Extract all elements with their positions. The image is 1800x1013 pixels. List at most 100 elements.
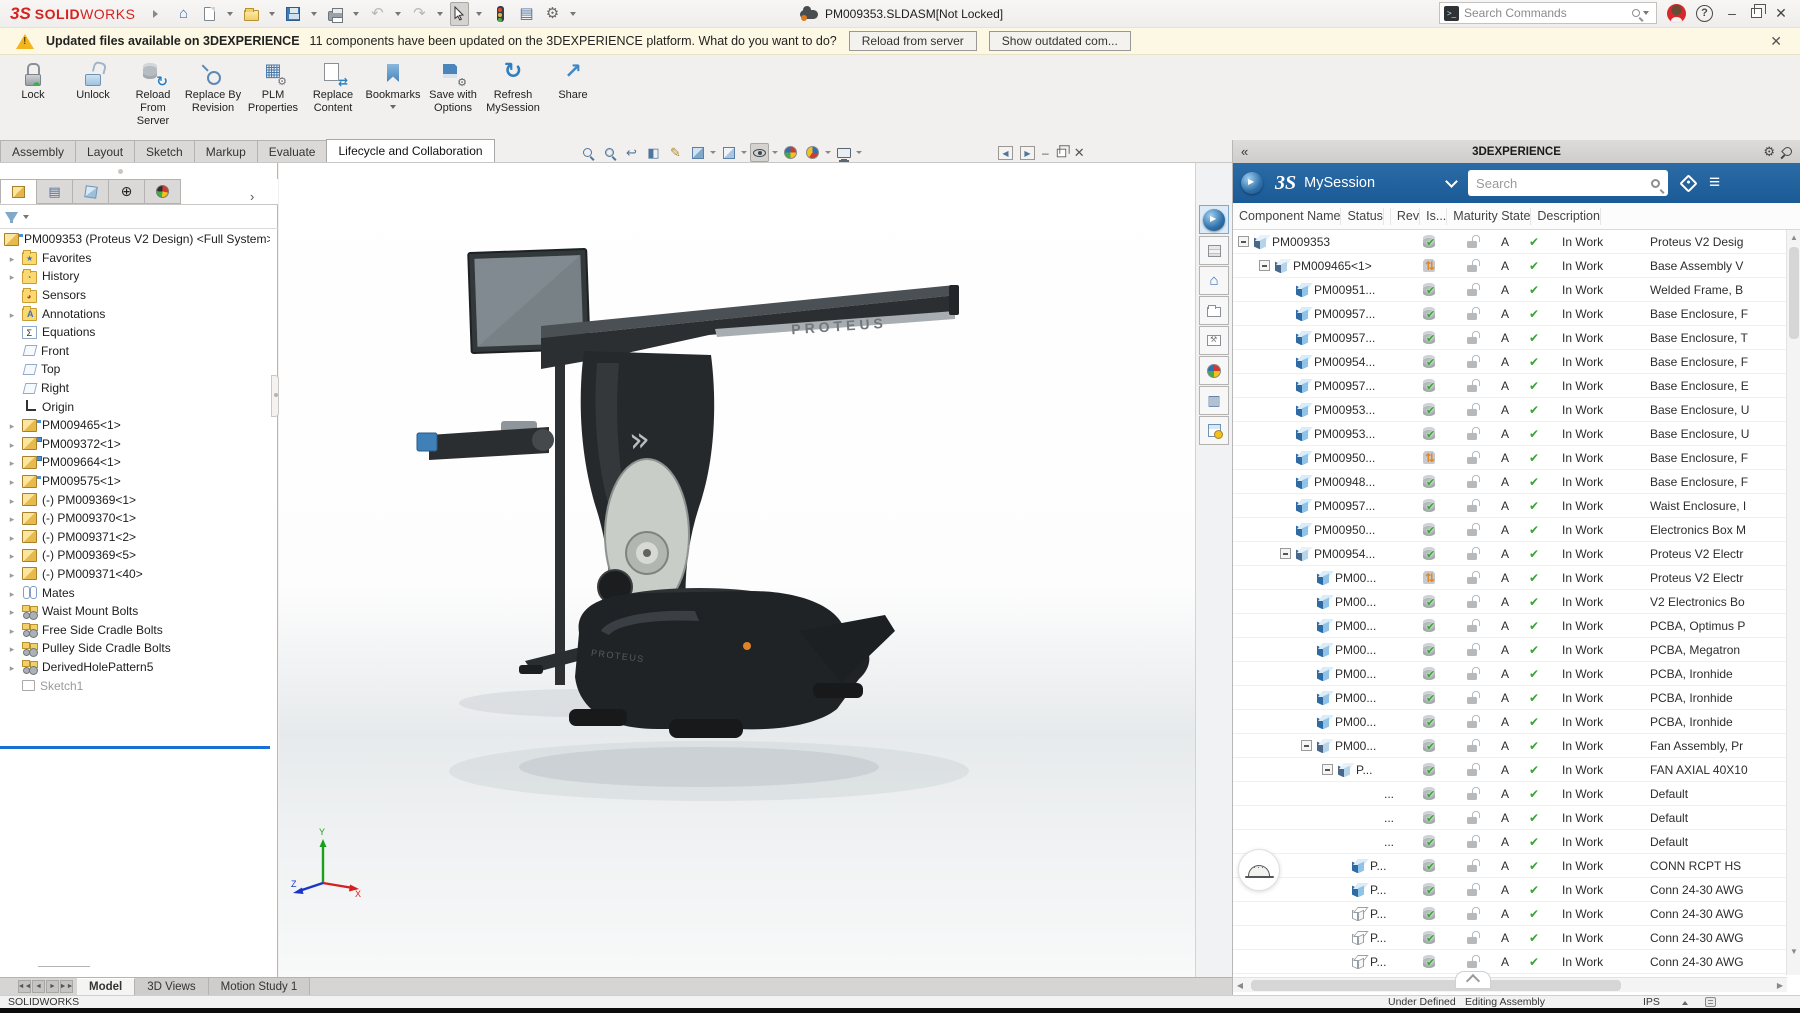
display-style-caret[interactable]: [741, 151, 747, 154]
filter-funnel-icon[interactable]: [5, 212, 18, 221]
tree-expand-caret[interactable]: [2, 660, 22, 674]
table-vertical-scrollbar[interactable]: ▲ ▼: [1786, 230, 1800, 975]
component-row[interactable]: P... A In Work Conn 24-30 AWG: [1233, 902, 1786, 926]
feature-tree-item[interactable]: History: [0, 267, 270, 286]
search-magnifier-icon[interactable]: [1632, 9, 1640, 17]
panel-splitter-dot[interactable]: [118, 169, 123, 174]
feature-tree-item[interactable]: Right: [0, 379, 270, 398]
component-row[interactable]: PM00957... A In Work Base Enclosure, T: [1233, 326, 1786, 350]
open-dropdown-caret[interactable]: [269, 11, 276, 16]
viewport-restore-icon[interactable]: [1056, 145, 1070, 158]
horizontal-scroll-thumb[interactable]: [1251, 979, 1621, 991]
command-tab[interactable]: Sketch: [134, 140, 195, 162]
feature-tree-item[interactable]: Annotations: [0, 304, 270, 323]
feature-tree-item[interactable]: Favorites: [0, 249, 270, 268]
help-button[interactable]: ?: [1696, 4, 1713, 22]
settings-gear-icon[interactable]: ⚙: [541, 3, 563, 25]
component-row[interactable]: P... A In Work FAN AXIAL 40X10: [1233, 758, 1786, 782]
new-document-icon[interactable]: [198, 3, 220, 25]
new-dropdown-caret[interactable]: [227, 11, 234, 16]
menu-flyout-arrow-icon[interactable]: [153, 9, 159, 18]
feature-tree-item[interactable]: Top: [0, 360, 270, 379]
tree-expand-caret[interactable]: [2, 679, 22, 693]
component-row[interactable]: PM00950... A In Work Electronics Box M: [1233, 518, 1786, 542]
scroll-right-icon[interactable]: ▶: [1773, 981, 1787, 990]
component-row[interactable]: PM00... A In Work PCBA, Optimus P: [1233, 614, 1786, 638]
scroll-left-icon[interactable]: ◀: [1233, 981, 1247, 990]
collapse-toggle[interactable]: [1259, 260, 1270, 271]
taskpane-3dexperience-tab[interactable]: [1199, 205, 1229, 234]
taskpane-file-explorer-tab[interactable]: [1199, 296, 1229, 325]
3dexperience-compass-icon[interactable]: [1241, 172, 1263, 194]
ribbon-button[interactable]: Bookmarks: [364, 59, 422, 109]
feature-tree-item[interactable]: Mates: [0, 583, 270, 602]
component-row[interactable]: PM00... A In Work Proteus V2 Electr: [1233, 566, 1786, 590]
component-row[interactable]: ... A In Work Default: [1233, 830, 1786, 854]
component-row[interactable]: PM00... A In Work PCBA, Megatron: [1233, 638, 1786, 662]
previous-pane-icon[interactable]: ◀: [998, 146, 1013, 160]
component-row[interactable]: P... A In Work Conn 24-30 AWG: [1233, 878, 1786, 902]
tree-expand-caret[interactable]: [2, 641, 22, 655]
component-row[interactable]: P... A In Work CONN RCPT HS: [1233, 854, 1786, 878]
tab-property-manager[interactable]: ▤: [36, 179, 73, 204]
hide-show-caret[interactable]: [772, 151, 778, 154]
settings-dropdown-caret[interactable]: [570, 11, 577, 16]
feature-tree-item[interactable]: PM009664<1>: [0, 453, 270, 472]
feature-tree-item[interactable]: PM009353 (Proteus V2 Design) <Full Syste…: [0, 230, 270, 249]
tab-feature-manager[interactable]: [0, 179, 37, 204]
tree-expand-caret[interactable]: [2, 567, 22, 581]
zoom-fit-icon[interactable]: [578, 143, 597, 162]
minimize-button[interactable]: –: [1723, 5, 1741, 21]
command-tab[interactable]: Evaluate: [256, 140, 328, 162]
feature-tree-item[interactable]: (-) PM009371<2>: [0, 528, 270, 547]
notification-close-icon[interactable]: ✕: [1770, 33, 1782, 50]
tag-icon[interactable]: [1679, 173, 1698, 193]
feature-tree-item[interactable]: PM009465<1>: [0, 416, 270, 435]
component-row[interactable]: PM00953... A In Work Base Enclosure, U: [1233, 422, 1786, 446]
next-pane-icon[interactable]: ▶: [1020, 146, 1035, 160]
tree-expand-caret[interactable]: [2, 474, 22, 488]
component-row[interactable]: PM00... A In Work PCBA, Ironhide: [1233, 686, 1786, 710]
tree-expand-caret[interactable]: [2, 400, 22, 414]
feature-tree-item[interactable]: PM009372<1>: [0, 435, 270, 454]
feature-tree-item[interactable]: (-) PM009369<5>: [0, 546, 270, 565]
next-tab-icon[interactable]: ►: [46, 980, 59, 993]
ribbon-dropdown-caret[interactable]: [390, 105, 396, 109]
component-row[interactable]: PM009465<1> A In Work Base Assembly V: [1233, 254, 1786, 278]
component-row[interactable]: PM00... A In Work PCBA, Ironhide: [1233, 710, 1786, 734]
feature-tree-item[interactable]: (-) PM009371<40>: [0, 565, 270, 584]
show-outdated-button[interactable]: Show outdated com...: [988, 31, 1131, 51]
options-list-icon[interactable]: ▤: [515, 3, 537, 25]
study-tab[interactable]: 3D Views: [135, 978, 209, 995]
collapse-toggle[interactable]: [1301, 740, 1312, 751]
ribbon-button[interactable]: Save with Options: [424, 59, 482, 122]
component-row[interactable]: PM00... A In Work V2 Electronics Bo: [1233, 590, 1786, 614]
component-row[interactable]: PM00948... A In Work Base Enclosure, F: [1233, 470, 1786, 494]
home-icon[interactable]: ⌂: [172, 3, 194, 25]
command-tab[interactable]: Markup: [193, 140, 258, 162]
restore-button[interactable]: [1751, 4, 1766, 18]
study-tab[interactable]: Motion Study 1: [208, 978, 311, 995]
reload-from-server-button[interactable]: Reload from server: [848, 31, 977, 51]
expand-panel-chevron[interactable]: [1455, 971, 1491, 989]
traffic-light-icon[interactable]: [489, 3, 511, 25]
vertical-scroll-thumb[interactable]: [1789, 247, 1799, 339]
tree-expand-caret[interactable]: [2, 381, 22, 395]
component-row[interactable]: PM00... A In Work PCBA, Ironhide: [1233, 662, 1786, 686]
tree-expand-caret[interactable]: [2, 455, 22, 469]
filter-dropdown-caret[interactable]: [23, 214, 29, 219]
section-view-icon[interactable]: ◧: [644, 143, 663, 162]
panel-expand-arrow-icon[interactable]: ›: [250, 189, 254, 204]
save-dropdown-caret[interactable]: [311, 11, 318, 16]
column-header[interactable]: Maturity State: [1447, 207, 1532, 225]
user-avatar[interactable]: [1667, 3, 1686, 23]
tab-display-manager[interactable]: [144, 179, 181, 204]
column-header[interactable]: Status: [1341, 207, 1384, 225]
feature-tree-item[interactable]: (-) PM009369<1>: [0, 490, 270, 509]
taskpane-appearances-tab[interactable]: [1199, 356, 1229, 385]
view-orientation-icon[interactable]: [688, 143, 707, 162]
panel-search-magnifier-icon[interactable]: [1651, 178, 1661, 188]
tree-expand-caret[interactable]: [2, 586, 22, 600]
save-icon[interactable]: [282, 3, 304, 25]
apply-scene-icon[interactable]: [803, 143, 822, 162]
